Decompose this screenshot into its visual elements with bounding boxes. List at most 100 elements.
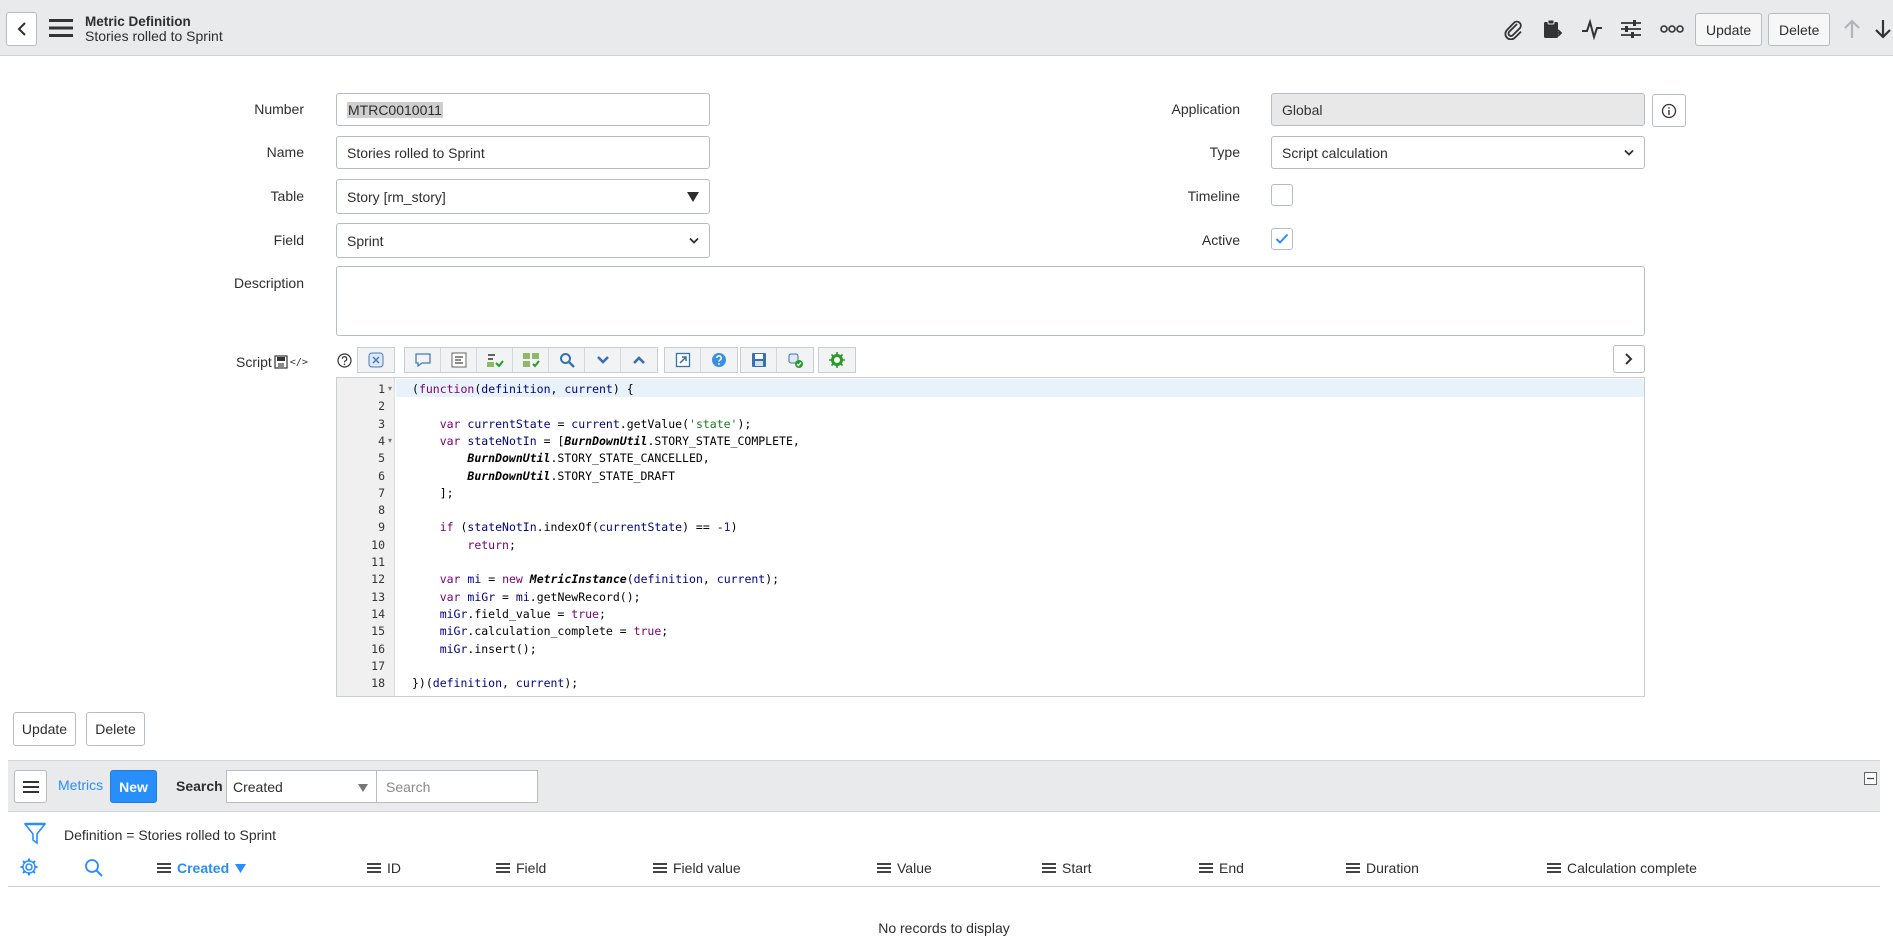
column-header[interactable]: Field [496,860,546,876]
context-menu-icon[interactable] [48,17,74,39]
search-input[interactable]: Search [376,770,538,803]
column-header[interactable]: Created [157,860,247,876]
fullscreen-icon[interactable] [665,348,701,372]
line-number: 18 [371,676,385,691]
next-record-icon[interactable] [1873,16,1893,42]
activity-icon[interactable] [1578,16,1606,42]
column-menu-icon[interactable] [1346,861,1360,875]
clipboard-icon[interactable] [1538,16,1566,42]
column-header[interactable]: Start [1042,860,1092,876]
list-search-icon[interactable] [84,858,104,881]
expand-script-panel-button[interactable] [1613,345,1645,373]
collapse-list-icon[interactable] [1864,772,1877,788]
number-label: Number [254,101,304,117]
column-menu-icon[interactable] [653,861,667,875]
sort-descending-icon[interactable] [235,860,247,876]
header-delete-button[interactable]: Delete [1768,13,1831,46]
column-header[interactable]: Field value [653,860,741,876]
comment-icon[interactable] [405,348,441,372]
active-label: Active [1201,232,1240,248]
column-menu-icon[interactable] [496,861,510,875]
code-tag-icon[interactable]: </> [290,357,308,368]
code-line: var mi = new MetricInstance(definition, … [439,572,780,587]
script-help-icon[interactable] [701,348,737,372]
fold-toggle-icon[interactable]: ▾ [388,384,392,393]
delete-button[interactable]: Delete [86,712,145,746]
replace-all-icon[interactable] [513,348,549,372]
column-menu-icon[interactable] [877,861,891,875]
help-icon[interactable] [336,351,352,369]
debug-script-icon[interactable] [777,348,813,372]
form-header: Metric Definition Stories rolled to Spri… [0,0,1893,56]
back-button[interactable] [6,12,37,46]
chevron-down-icon [689,237,699,244]
line-number: 2 [378,399,385,414]
search-placeholder: Search [386,778,431,795]
timeline-checkbox[interactable] [1271,184,1293,206]
name-field[interactable]: Stories rolled to Sprint [336,136,710,169]
save-script-icon[interactable] [741,348,777,372]
chevron-right-icon [1625,353,1633,365]
header-update-button[interactable]: Update [1695,13,1763,46]
application-info-button[interactable] [1652,94,1686,127]
replace-icon[interactable] [477,348,513,372]
search-field-value: Created [233,778,283,795]
list-settings-gear-icon[interactable] [19,857,39,880]
script-debugger-icon[interactable] [819,348,855,372]
type-select[interactable]: Script calculation [1271,136,1645,169]
timeline-label: Timeline [1187,188,1240,204]
field-select[interactable]: Sprint [336,223,710,258]
column-header[interactable]: Duration [1346,860,1419,876]
script-label-group: Script </> [236,354,308,370]
chevron-down-icon [1624,149,1634,156]
application-field: Global [1271,93,1645,126]
attachment-icon[interactable] [1499,16,1527,42]
code-line: if (stateNotIn.indexOf(currentState) == … [439,520,738,535]
line-number-gutter: 1 ▾ 2 3 4 ▾ 5 6 7 8 9 10 11 12 13 14 15 16 17 18 [337,378,395,696]
new-record-button[interactable]: New [110,770,157,803]
find-previous-icon[interactable] [621,348,657,372]
column-menu-icon[interactable] [1199,861,1213,875]
active-checkbox[interactable] [1271,228,1293,250]
empty-list-message: No records to display [878,920,1010,936]
format-code-icon[interactable] [441,348,477,372]
line-number: 9 [378,520,385,535]
update-button[interactable]: Update [13,712,76,746]
toggle-syntax-icon[interactable] [358,348,394,372]
filter-breadcrumb[interactable]: Definition = Stories rolled to Sprint [64,827,276,843]
script-label: Script [236,354,272,370]
search-code-icon[interactable] [549,348,585,372]
metrics-tab[interactable]: Metrics [58,777,103,793]
table-label: Table [270,188,304,204]
column-menu-icon[interactable] [1547,861,1561,875]
column-menu-icon[interactable] [1042,861,1056,875]
column-header[interactable]: ID [367,860,401,876]
script-save-icon[interactable] [274,355,288,369]
description-textarea[interactable] [336,266,1645,336]
caret-down-icon [358,784,368,792]
column-header[interactable]: Value [877,860,932,876]
column-header[interactable]: End [1199,860,1244,876]
chevron-left-icon [17,22,26,36]
fold-toggle-icon[interactable]: ▾ [388,436,392,445]
find-next-icon[interactable] [585,348,621,372]
column-header[interactable]: Calculation complete [1547,860,1697,876]
line-number: 11 [371,555,385,569]
line-number: 5 [378,451,385,466]
number-field[interactable]: MTRC0010011 [336,93,710,126]
more-options-icon[interactable] [1658,16,1686,42]
list-context-menu-button[interactable] [14,770,47,803]
field-label: Field [273,232,304,248]
previous-record-icon[interactable] [1838,16,1866,42]
column-menu-icon[interactable] [157,861,171,875]
column-header-label: Start [1062,860,1092,876]
line-number: 1 [378,382,385,396]
filter-icon[interactable] [23,822,47,849]
settings-sliders-icon[interactable] [1617,16,1645,42]
table-select[interactable]: Story [rm_story] [336,179,710,214]
search-field-select[interactable]: Created [226,770,377,803]
column-menu-icon[interactable] [367,861,381,875]
script-editor[interactable]: 1 ▾ 2 3 4 ▾ 5 6 7 8 9 10 11 12 13 14 15 16 17 18 (function(… [336,377,1645,697]
description-label: Description [233,275,304,291]
column-header-label: Duration [1366,860,1419,876]
